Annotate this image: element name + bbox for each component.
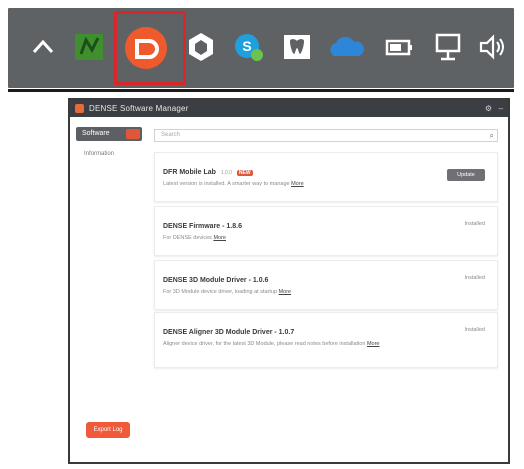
software-description: For DENSE devices More [163,235,423,241]
export-log-button[interactable]: Export Log [86,422,130,438]
sidebar-tab-software[interactable]: Software [76,127,142,141]
onedrive-cloud-icon[interactable] [326,30,366,64]
settings-icon[interactable]: ⚙ [485,100,492,117]
search-icon[interactable]: ⌕ [490,131,494,141]
more-link[interactable]: More [291,181,304,187]
install-status: Installed [464,275,486,281]
software-name: DENSE Firmware - 1.8.6 [163,223,242,230]
install-status: Installed [464,327,486,333]
count-badge [126,129,140,139]
software-name-text: DFR Mobile Lab [163,169,216,176]
description-text: For DENSE devices [163,235,212,241]
shield-app-icon[interactable] [184,30,218,64]
search-placeholder: Search [161,132,181,138]
update-button[interactable]: Update [447,169,485,181]
tooth-app-icon[interactable] [280,30,314,64]
skype-icon[interactable]: S [232,30,266,64]
sidebar: Software Information Export Log [70,117,152,462]
search-input[interactable]: Search ⌕ [154,129,498,142]
minimize-button[interactable]: – [499,100,503,117]
software-name: DENSE Aligner 3D Module Driver - 1.0.7 [163,329,295,336]
more-link[interactable]: More [213,235,226,241]
software-card: DFR Mobile Lab 1.0.0 NEW Latest version … [154,152,498,202]
description-text: Latest version is installed. A smarter w… [163,181,290,187]
description-text: Aligner device driver, for the latest 3D… [163,341,366,347]
more-link[interactable]: More [279,289,292,295]
software-name: DFR Mobile Lab 1.0.0 NEW [163,169,253,176]
taskbar-tray: S [8,8,514,88]
divider [8,89,514,92]
window-title: DENSE Software Manager [89,104,189,113]
software-card: DENSE Firmware - 1.8.6 For DENSE devices… [154,206,498,256]
green-app-icon[interactable] [72,30,106,64]
svg-text:S: S [242,38,251,54]
version-tag: 1.0.0 [220,170,232,176]
install-status: Installed [464,221,486,227]
software-description: For 3D Module device driver, loading at … [163,289,423,295]
new-badge: NEW [236,170,253,176]
more-link[interactable]: More [367,341,380,347]
app-logo-icon [75,104,84,113]
software-card: DENSE 3D Module Driver - 1.0.6 For 3D Mo… [154,260,498,310]
description-text: For 3D Module device driver, loading at … [163,289,278,295]
software-name: DENSE 3D Module Driver - 1.0.6 [163,277,269,284]
window-titlebar: DENSE Software Manager ⚙ – [70,100,508,117]
network-icon[interactable] [432,30,466,64]
sidebar-item-information[interactable]: Information [84,151,114,157]
software-description: Aligner device driver, for the latest 3D… [163,341,423,347]
sidebar-tab-label: Software [82,130,110,137]
software-card: DENSE Aligner 3D Module Driver - 1.0.7 A… [154,312,498,368]
volume-icon[interactable] [476,30,510,64]
software-manager-window: DENSE Software Manager ⚙ – Software Info… [68,98,510,464]
battery-icon[interactable] [382,30,416,64]
dji-assistant-icon[interactable] [123,25,169,71]
software-description: Latest version is installed. A smarter w… [163,181,423,187]
chevron-up-icon[interactable] [26,30,60,64]
